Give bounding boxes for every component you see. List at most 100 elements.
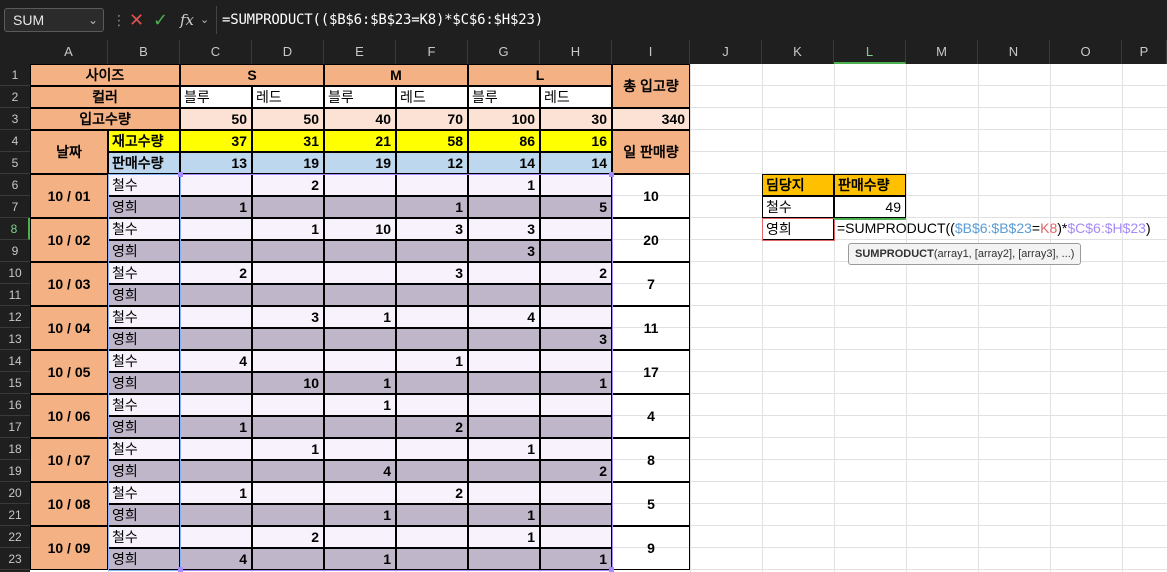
sales-entry-cell[interactable]	[180, 438, 252, 460]
person-name-cell[interactable]: 영희	[108, 504, 180, 526]
date-label-cell[interactable]: 날짜	[30, 130, 108, 174]
sales-entry-cell[interactable]	[180, 394, 252, 416]
color-cell[interactable]: 레드	[540, 86, 612, 108]
column-header-d[interactable]: D	[252, 40, 324, 64]
sales-entry-cell[interactable]: 3	[468, 240, 540, 262]
sales-entry-cell[interactable]: 1	[468, 174, 540, 196]
inbound-value-cell[interactable]: 100	[468, 108, 540, 130]
person-name-cell[interactable]: 철수	[108, 350, 180, 372]
column-header-b[interactable]: B	[108, 40, 180, 64]
row-header-22[interactable]: 22	[0, 526, 30, 548]
date-cell[interactable]: 10 / 05	[30, 350, 108, 394]
row-header-11[interactable]: 11	[0, 284, 30, 306]
sales-entry-cell[interactable]	[252, 284, 324, 306]
sales-entry-cell[interactable]: 10	[324, 218, 396, 240]
worksheet-grid[interactable]: 사이즈 S M L 총 입고량 컬러 블루 레드 블루 레드 블루 레드 입고수량 50 50 40 70 100…	[30, 64, 1167, 572]
sales-entry-cell[interactable]	[540, 174, 612, 196]
sales-entry-cell[interactable]	[540, 438, 612, 460]
date-cell[interactable]: 10 / 09	[30, 526, 108, 570]
sales-entry-cell[interactable]	[468, 262, 540, 284]
column-header-n[interactable]: N	[978, 40, 1050, 64]
sales-entry-cell[interactable]	[324, 350, 396, 372]
sales-entry-cell[interactable]: 3	[396, 218, 468, 240]
sales-entry-cell[interactable]	[468, 196, 540, 218]
daily-total-cell[interactable]: 9	[612, 526, 690, 570]
stock-value-cell[interactable]: 58	[396, 130, 468, 152]
person-name-cell[interactable]: 영희	[108, 372, 180, 394]
chevron-down-icon[interactable]: ⌄	[88, 9, 98, 31]
total-inbound-value-cell[interactable]: 340	[612, 108, 690, 130]
total-inbound-label-cell[interactable]: 총 입고량	[612, 64, 690, 108]
daily-total-cell[interactable]: 8	[612, 438, 690, 482]
sales-entry-cell[interactable]	[252, 328, 324, 350]
date-cell[interactable]: 10 / 01	[30, 174, 108, 218]
column-header-j[interactable]: J	[690, 40, 762, 64]
inbound-label-cell[interactable]: 입고수량	[30, 108, 180, 130]
sales-value-cell[interactable]: 19	[324, 152, 396, 174]
daily-total-cell[interactable]: 10	[612, 174, 690, 218]
sales-entry-cell[interactable]	[468, 548, 540, 570]
more-options-icon[interactable]: ⋮	[112, 8, 126, 32]
person-name-cell[interactable]: 철수	[108, 482, 180, 504]
sales-entry-cell[interactable]	[324, 526, 396, 548]
sales-entry-cell[interactable]	[468, 350, 540, 372]
column-header-o[interactable]: O	[1050, 40, 1122, 64]
row-header-20[interactable]: 20	[0, 482, 30, 504]
check-icon[interactable]: ✓	[153, 8, 168, 32]
sales-entry-cell[interactable]	[252, 196, 324, 218]
sales-label-cell[interactable]: 판매수량	[108, 152, 180, 174]
person-name-cell[interactable]: 영희	[108, 284, 180, 306]
close-icon[interactable]: ✕	[129, 8, 144, 32]
sales-entry-cell[interactable]	[468, 482, 540, 504]
sales-entry-cell[interactable]: 1	[324, 548, 396, 570]
sales-entry-cell[interactable]	[540, 482, 612, 504]
sales-entry-cell[interactable]: 5	[540, 196, 612, 218]
row-header-6[interactable]: 6	[0, 174, 30, 196]
color-label-cell[interactable]: 컬러	[30, 86, 180, 108]
sales-entry-cell[interactable]	[324, 174, 396, 196]
sales-entry-cell[interactable]	[252, 262, 324, 284]
sales-entry-cell[interactable]	[324, 416, 396, 438]
sales-entry-cell[interactable]: 3	[540, 328, 612, 350]
name-box[interactable]: SUM ⌄	[4, 8, 104, 32]
sales-entry-cell[interactable]	[540, 504, 612, 526]
sales-entry-cell[interactable]	[396, 504, 468, 526]
daily-sales-label-cell[interactable]: 일 판매량	[612, 130, 690, 174]
row-header-14[interactable]: 14	[0, 350, 30, 372]
sales-entry-cell[interactable]	[468, 460, 540, 482]
sales-entry-cell[interactable]	[252, 394, 324, 416]
date-cell[interactable]: 10 / 04	[30, 306, 108, 350]
sales-entry-cell[interactable]	[180, 504, 252, 526]
sales-entry-cell[interactable]	[324, 284, 396, 306]
sales-entry-cell[interactable]	[180, 306, 252, 328]
sales-entry-cell[interactable]: 2	[252, 174, 324, 196]
sales-entry-cell[interactable]: 3	[252, 306, 324, 328]
row-header-4[interactable]: 4	[0, 130, 30, 152]
sales-entry-cell[interactable]: 1	[180, 482, 252, 504]
sales-entry-cell[interactable]	[396, 438, 468, 460]
sales-entry-cell[interactable]	[252, 504, 324, 526]
sales-value-cell[interactable]: 14	[468, 152, 540, 174]
person-name-cell[interactable]: 철수	[108, 306, 180, 328]
sales-entry-cell[interactable]: 3	[468, 218, 540, 240]
row-header-7[interactable]: 7	[0, 196, 30, 218]
sales-entry-cell[interactable]	[252, 460, 324, 482]
range-resize-handle[interactable]	[609, 567, 614, 572]
row-header-10[interactable]: 10	[0, 262, 30, 284]
person-name-cell[interactable]: 영희	[108, 548, 180, 570]
inbound-value-cell[interactable]: 30	[540, 108, 612, 130]
sales-value-cell[interactable]: 19	[252, 152, 324, 174]
sales-entry-cell[interactable]: 1	[468, 526, 540, 548]
sales-entry-cell[interactable]	[540, 526, 612, 548]
sales-entry-cell[interactable]	[324, 240, 396, 262]
size-header-cell[interactable]: M	[324, 64, 468, 86]
date-cell[interactable]: 10 / 08	[30, 482, 108, 526]
sales-entry-cell[interactable]	[180, 174, 252, 196]
row-header-3[interactable]: 3	[0, 108, 30, 130]
sales-entry-cell[interactable]	[468, 284, 540, 306]
range-resize-handle[interactable]	[178, 172, 183, 177]
column-header-a[interactable]: A	[30, 40, 108, 64]
person-name-cell[interactable]: 영희	[108, 328, 180, 350]
size-header-cell[interactable]: S	[180, 64, 324, 86]
row-header-15[interactable]: 15	[0, 372, 30, 394]
